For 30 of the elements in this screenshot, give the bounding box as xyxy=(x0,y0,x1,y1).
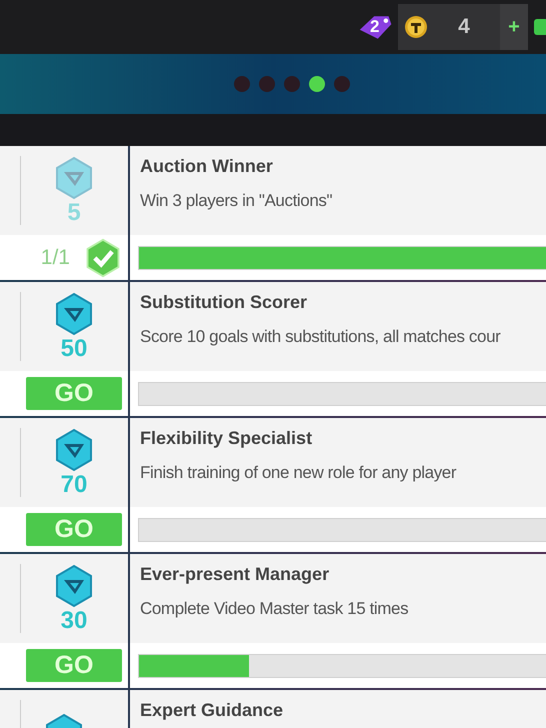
add-coins-button[interactable]: + xyxy=(500,4,528,50)
gem-icon xyxy=(54,292,94,336)
task-title: Auction Winner xyxy=(140,156,274,177)
coin-count: 4 xyxy=(457,15,471,39)
progress-count: 1/1 xyxy=(40,246,70,270)
page-dot[interactable] xyxy=(234,76,250,92)
reward-amount: 5 xyxy=(67,200,81,226)
tag-count: 2 xyxy=(370,17,380,37)
task-description: Score 10 goals with substitutions, all matches cour xyxy=(140,327,502,347)
reward-amount: 70 xyxy=(60,472,88,498)
task-description: Finish training of one new role for any player xyxy=(140,463,458,483)
page-dot[interactable] xyxy=(334,76,350,92)
task-description: Complete Video Master task 15 times xyxy=(140,599,410,619)
task-title: Ever-present Manager xyxy=(140,564,330,585)
task-title: Substitution Scorer xyxy=(140,292,308,313)
task-title: Flexibility Specialist xyxy=(140,428,314,449)
task-title: Expert Guidance xyxy=(140,700,284,721)
go-button[interactable]: GO xyxy=(26,513,122,546)
go-button[interactable]: GO xyxy=(26,649,122,682)
gem-icon xyxy=(54,564,94,608)
reward-amount: 30 xyxy=(60,608,88,634)
gem-icon xyxy=(54,428,94,472)
page-dot[interactable] xyxy=(309,76,325,92)
page-dot[interactable] xyxy=(259,76,275,92)
coin-icon xyxy=(404,15,428,39)
reward-amount: 50 xyxy=(60,336,88,362)
task-description: Win 3 players in "Auctions" xyxy=(140,191,334,211)
gem-icon xyxy=(54,156,94,200)
go-button[interactable]: GO xyxy=(26,377,122,410)
page-dot[interactable] xyxy=(284,76,300,92)
